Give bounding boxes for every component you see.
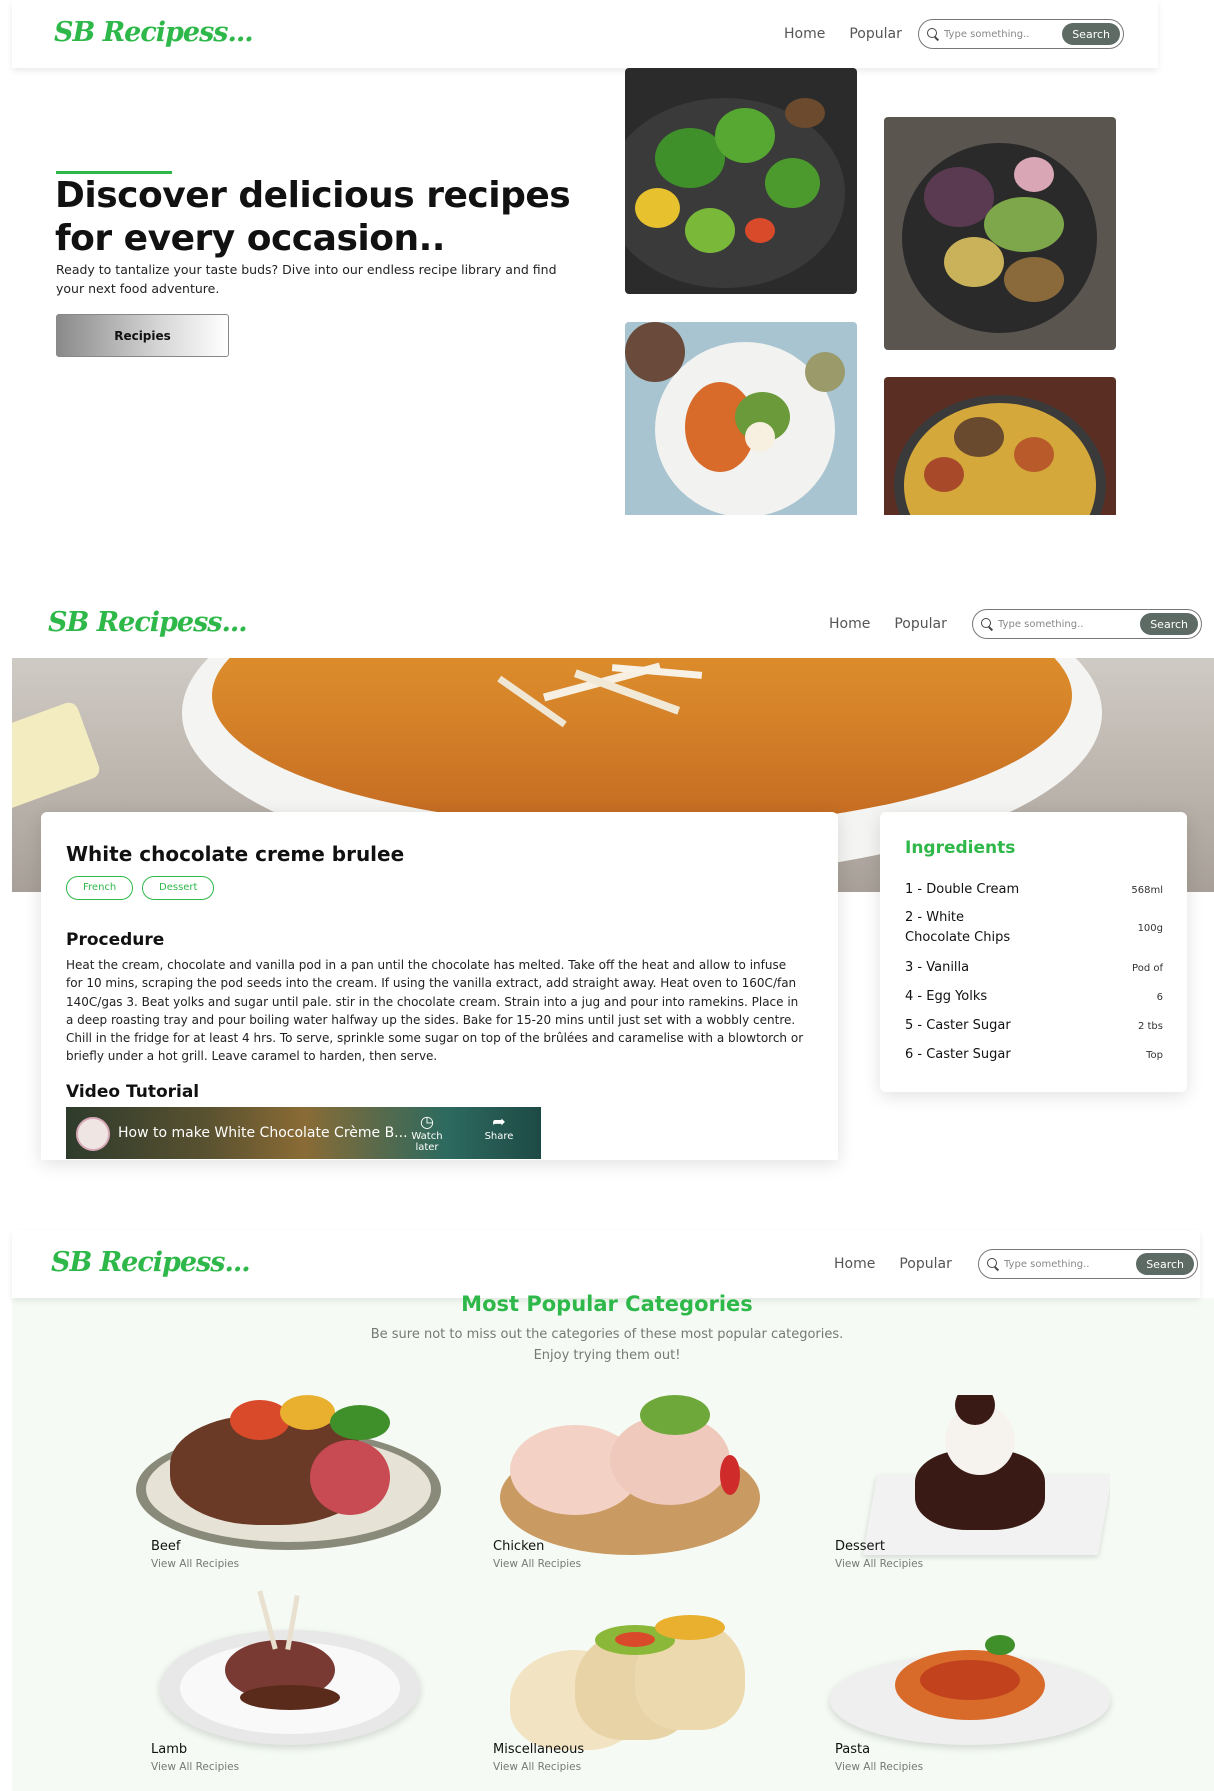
ingredient-row: 4 - Egg Yolks 6 [905,987,1163,1007]
category-lamb-link[interactable]: View All Recipies [151,1761,239,1773]
category-pasta-link[interactable]: View All Recipies [835,1761,923,1773]
ingredient-name: 2 - White Chocolate Chips [905,910,1011,945]
search-input[interactable] [944,28,1063,40]
video-tutorial-heading: Video Tutorial [66,1082,200,1102]
ingredient-qty: 568ml [1131,884,1163,896]
search-icon [987,1258,999,1270]
navbar: SB Recipess... Home Popular Search [12,0,1158,68]
video-player[interactable]: How to make White Chocolate Crème B... ◷… [66,1107,541,1159]
search-box: Search [978,1249,1198,1279]
ingredient-name: 4 - Egg Yolks [905,989,988,1004]
avocado-bowl-image [884,117,1116,350]
nav-home-link[interactable]: Home [784,26,825,42]
hero-section: SB Recipess... Home Popular Search Disco… [0,0,1160,515]
paella-image [884,377,1116,515]
ingredient-name: 3 - Vanilla [905,960,970,975]
category-miscellaneous-name[interactable]: Miscellaneous [493,1742,584,1757]
procedure-text: Heat the cream, chocolate and vanilla po… [66,958,804,1064]
lamb-image[interactable] [155,1590,425,1760]
ingredient-row: 6 - Caster Sugar Top [905,1045,1163,1065]
watch-later-button[interactable]: ◷ Watch later [399,1112,455,1154]
nav-home-link[interactable]: Home [834,1256,875,1272]
category-chicken-link[interactable]: View All Recipies [493,1558,581,1570]
categories-subtitle-2: Enjoy trying them out! [533,1348,681,1363]
search-input[interactable] [998,618,1141,630]
navbar: SB Recipess... Home Popular Search [12,1230,1200,1298]
share-label: Share [484,1131,514,1142]
sweet-potato-image [625,322,857,515]
category-chicken-name[interactable]: Chicken [493,1539,544,1554]
category-miscellaneous-link[interactable]: View All Recipies [493,1761,581,1773]
clock-icon: ◷ [420,1112,434,1131]
dessert-image[interactable] [860,1395,1110,1565]
ingredients-card: Ingredients 1 - Double Cream 568ml 2 - W… [880,812,1187,1092]
ingredient-row: 1 - Double Cream 568ml [905,880,1163,900]
hero-description: Ready to tantalize your taste buds? Dive… [56,262,557,296]
search-icon [981,618,993,630]
tag-french[interactable]: French [66,876,134,900]
category-lamb-name[interactable]: Lamb [151,1742,187,1757]
search-button[interactable]: Search [1140,613,1198,635]
ingredient-qty: Top [1146,1049,1163,1061]
nav-links: Home Popular [834,1230,952,1298]
hero-title: Discover delicious recipes for every occ… [55,175,571,259]
navbar: SB Recipess... Home Popular Search [12,590,1212,658]
nav-popular-link[interactable]: Popular [894,616,947,632]
recipe-card: White chocolate creme brulee French Dess… [41,812,838,1160]
ingredient-qty: 2 tbs [1137,1020,1163,1032]
channel-avatar[interactable] [76,1117,110,1151]
watch-later-label: Watch later [411,1131,443,1153]
recipe-section: SB Recipess... Home Popular Search White… [0,590,1214,1160]
nav-links: Home Popular [784,0,902,68]
tacos-image[interactable] [505,1610,755,1760]
category-beef-name[interactable]: Beef [151,1539,181,1554]
category-dessert-name[interactable]: Dessert [835,1539,885,1554]
nav-popular-link[interactable]: Popular [849,26,902,42]
tag-dessert[interactable]: Dessert [142,876,215,900]
categories-title: Most Popular Categories [461,1292,753,1316]
share-button[interactable]: ➦ Share [471,1112,527,1143]
recipe-title: White chocolate creme brulee [66,842,405,866]
ingredients-heading: Ingredients [905,838,1016,858]
search-button[interactable]: Search [1136,1253,1194,1275]
stir-fry-image [625,68,857,294]
video-title[interactable]: How to make White Chocolate Crème B... [118,1125,408,1141]
search-box: Search [972,609,1202,639]
beef-image[interactable] [130,1390,450,1560]
ingredient-row: 2 - White Chocolate Chips 100g [905,908,1163,948]
brand-logo[interactable]: SB Recipess... [54,17,254,48]
ingredient-row: 5 - Caster Sugar 2 tbs [905,1016,1163,1036]
ingredient-qty: Pod of [1132,962,1163,974]
search-icon [927,28,939,40]
ingredient-row: 3 - Vanilla Pod of [905,958,1163,978]
chicken-image[interactable] [490,1395,770,1560]
recipes-button[interactable]: Recipies [56,314,229,357]
procedure-heading: Procedure [66,930,165,950]
brand-logo[interactable]: SB Recipess... [51,1247,251,1278]
category-beef-link[interactable]: View All Recipies [151,1558,239,1570]
nav-links: Home Popular [829,590,947,658]
ingredient-qty: 6 [1156,991,1163,1003]
category-pasta-name[interactable]: Pasta [835,1742,870,1757]
ingredient-name: 6 - Caster Sugar [905,1047,1011,1062]
nav-popular-link[interactable]: Popular [899,1256,952,1272]
ingredient-qty: 100g [1137,922,1163,934]
search-input[interactable] [1004,1258,1137,1270]
ingredient-name: 1 - Double Cream [905,882,1020,897]
categories-section: SB Recipess... Home Popular Search Most … [0,1230,1214,1791]
share-icon: ➦ [492,1112,506,1131]
brand-logo[interactable]: SB Recipess... [48,607,248,638]
category-dessert-link[interactable]: View All Recipies [835,1558,923,1570]
search-box: Search [918,19,1124,49]
nav-home-link[interactable]: Home [829,616,870,632]
categories-subtitle-1: Be sure not to miss out the categories o… [370,1327,844,1342]
ingredient-name: 5 - Caster Sugar [905,1018,1011,1033]
search-button[interactable]: Search [1062,23,1120,45]
